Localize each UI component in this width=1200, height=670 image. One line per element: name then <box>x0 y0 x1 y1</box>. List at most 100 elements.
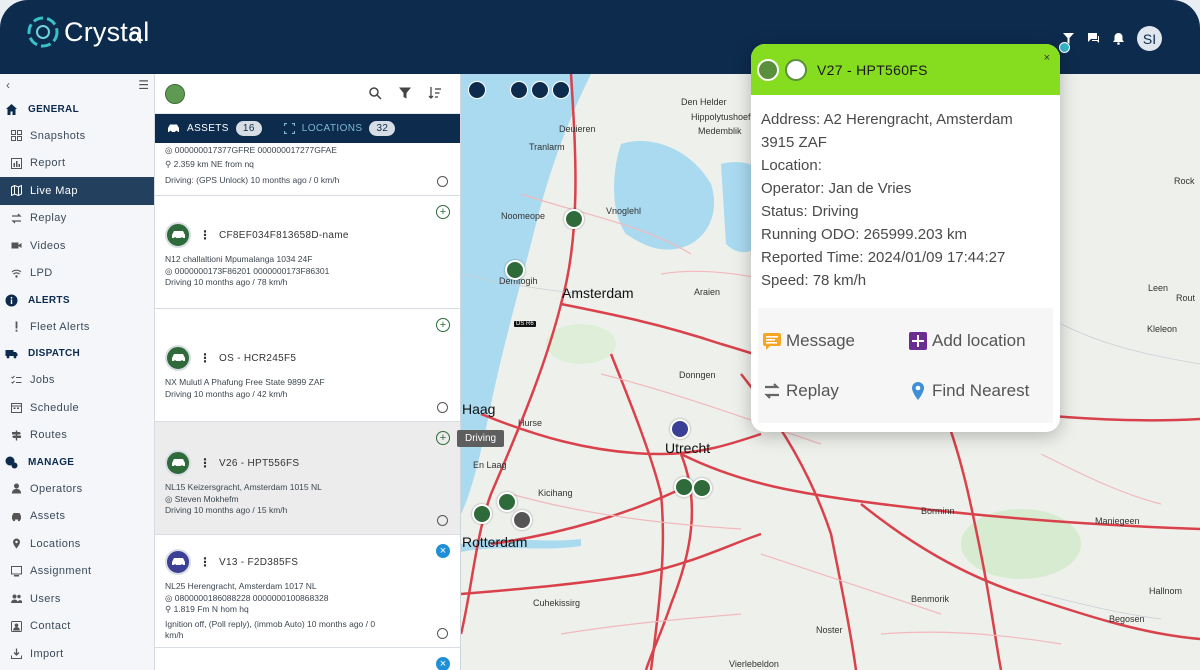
map-icon <box>11 185 22 197</box>
zoom-out-button[interactable] <box>510 81 528 99</box>
sidebar-item-locations[interactable]: Locations <box>0 530 154 558</box>
operator-row: Operator: Jan de Vries <box>761 180 912 197</box>
sidebar-item-jobs[interactable]: Jobs <box>0 367 154 395</box>
list-icon <box>11 375 22 384</box>
asset-address: NL25 Herengracht, Amsterdam 1017 NL <box>165 581 317 591</box>
list-item[interactable]: × <box>155 648 460 670</box>
sidebar-item-lpd[interactable]: LPD <box>0 260 154 288</box>
collapse-chevron-icon[interactable]: ‹ <box>6 78 10 92</box>
sidebar-item-live-map[interactable]: Live Map <box>0 177 154 205</box>
map-place-label: En Laag <box>473 460 507 470</box>
sidebar-item-import[interactable]: Import <box>0 640 154 668</box>
status-row: Status: Driving <box>761 203 859 220</box>
add-location-button[interactable]: Add location <box>908 331 1026 351</box>
globe-icon[interactable] <box>1059 42 1070 53</box>
tab-assets[interactable]: ASSETS 16 <box>167 121 262 136</box>
map-place-label: Kicihang <box>538 488 573 498</box>
asset-device-ids: ◎ 000000017377GFRE 000000017277GFAE <box>165 145 337 155</box>
map-road-badge: DS R6 <box>514 321 536 327</box>
hamburger-menu-icon[interactable]: ☰ <box>138 78 149 92</box>
location-icon <box>13 538 20 549</box>
close-circle-icon[interactable]: × <box>436 544 450 558</box>
more-options-icon[interactable]: ⋮ <box>199 351 211 365</box>
asset-distance: ⚲ 2.359 km NE from nq <box>165 158 254 169</box>
map-place-label: Araien <box>694 287 721 297</box>
search-icon[interactable] <box>368 86 382 100</box>
vehicle-map-pin[interactable] <box>564 209 584 229</box>
asset-device-ids: ◎ 0000000173F86201 0000000173F86301 <box>165 265 330 276</box>
manage-icon <box>5 456 18 468</box>
vehicle-map-pin[interactable] <box>692 478 712 498</box>
sidebar-item-videos[interactable]: Videos <box>0 232 154 260</box>
sidebar-item-routes[interactable]: Routes <box>0 422 154 450</box>
sidebar-item-users[interactable]: Users <box>0 585 154 613</box>
map-place-label: Benmorik <box>911 594 950 604</box>
asset-header: ⋮ OS - HCR245F5 <box>165 345 450 371</box>
car-icon <box>12 512 21 521</box>
asset-status: Driving 10 months ago / 78 km/h <box>165 277 288 287</box>
vehicle-map-pin[interactable] <box>674 477 694 497</box>
message-button[interactable]: Message <box>762 331 855 351</box>
group-filter-button[interactable] <box>165 83 185 104</box>
sidebar-item-assignment[interactable]: Assignment <box>0 558 154 586</box>
add-circle-icon[interactable]: + <box>436 431 450 445</box>
map-layers-button[interactable] <box>531 81 549 99</box>
asset-address: NL15 Keizersgracht, Amsterdam 1015 NL <box>165 482 322 492</box>
location-map-pin[interactable] <box>512 510 532 530</box>
map-city-label: Haag <box>462 401 496 417</box>
chat-icon[interactable] <box>1087 32 1100 45</box>
driver-icon <box>757 58 779 81</box>
bell-icon[interactable] <box>1112 32 1125 45</box>
sort-icon[interactable] <box>428 86 442 100</box>
refresh-button[interactable] <box>552 81 570 99</box>
vehicle-map-pin[interactable] <box>472 504 492 524</box>
popup-title: V27 - HPT560FS <box>817 61 928 78</box>
calendar-icon <box>11 403 22 414</box>
asset-name: V13 - F2D385FS <box>219 556 299 568</box>
users-icon <box>11 594 22 604</box>
map-city-label: Amsterdam <box>562 285 634 301</box>
vehicle-map-pin[interactable] <box>505 260 525 280</box>
address-row: Address: A2 Herengracht, Amsterdam <box>761 111 1013 128</box>
find-nearest-button[interactable]: Find Nearest <box>908 381 1029 401</box>
replay-icon <box>764 383 780 399</box>
list-item[interactable]: + ⋮ CF8EF034F813658D-name N12 challaltio… <box>155 196 460 309</box>
map-city-label: Utrecht <box>665 440 711 456</box>
more-options-icon[interactable]: ⋮ <box>199 456 211 470</box>
list-item[interactable]: + ⋮ V26 - HPT556FS NL15 Keizersgracht, A… <box>155 422 460 535</box>
asset-name: CF8EF034F813658D-name <box>219 229 349 241</box>
asset-status-cont: km/h <box>165 630 184 640</box>
map-menu-button[interactable] <box>468 81 486 99</box>
asset-status: Driving 10 months ago / 42 km/h <box>165 388 288 399</box>
list-item[interactable]: ◎ 000000017377GFRE 000000017277GFAE ⚲ 2.… <box>155 143 460 196</box>
sidebar-item-replay[interactable]: Replay <box>0 205 154 233</box>
sidebar-item-contact[interactable]: Contact <box>0 613 154 641</box>
close-circle-icon[interactable]: × <box>436 657 450 670</box>
list-item[interactable]: × ⋮ V13 - F2D385FS NL25 Herengracht, Ams… <box>155 535 460 648</box>
map-place-label: Leen <box>1148 283 1169 293</box>
sidebar-item-assets[interactable]: Assets <box>0 503 154 531</box>
more-options-icon[interactable]: ⋮ <box>199 555 211 569</box>
map-place-label: Deuieren <box>559 124 596 134</box>
header-actions: SI <box>1062 26 1162 51</box>
tab-locations[interactable]: LOCATIONS 32 <box>283 121 396 136</box>
vehicle-map-pin[interactable] <box>497 492 517 512</box>
replay-button[interactable]: Replay <box>762 381 839 401</box>
steering-wheel-icon <box>437 176 448 187</box>
sidebar-item-schedule[interactable]: Schedule <box>0 394 154 422</box>
sidebar-item-snapshots[interactable]: Snapshots <box>0 122 154 150</box>
list-item[interactable]: + ⋮ OS - HCR245F5 NX Mulutl A Phafung Fr… <box>155 309 460 422</box>
vehicle-map-pin[interactable] <box>670 419 690 439</box>
close-icon[interactable]: × <box>1044 52 1050 64</box>
sidebar-item-report[interactable]: Report <box>0 150 154 178</box>
sidebar-item-operators[interactable]: Operators <box>0 475 154 503</box>
sidebar-toolbar: ‹ ☰ <box>0 74 154 96</box>
filter-icon[interactable] <box>398 86 412 100</box>
more-options-icon[interactable]: ⋮ <box>199 228 211 242</box>
add-circle-icon[interactable]: + <box>436 318 450 332</box>
sidebar-item-fleet-alerts[interactable]: Fleet Alerts <box>0 313 154 341</box>
user-avatar[interactable]: SI <box>1137 26 1162 51</box>
add-circle-icon[interactable]: + <box>436 205 450 219</box>
search-icon[interactable] <box>128 30 142 44</box>
map-place-label: Kleleon <box>1147 324 1178 334</box>
